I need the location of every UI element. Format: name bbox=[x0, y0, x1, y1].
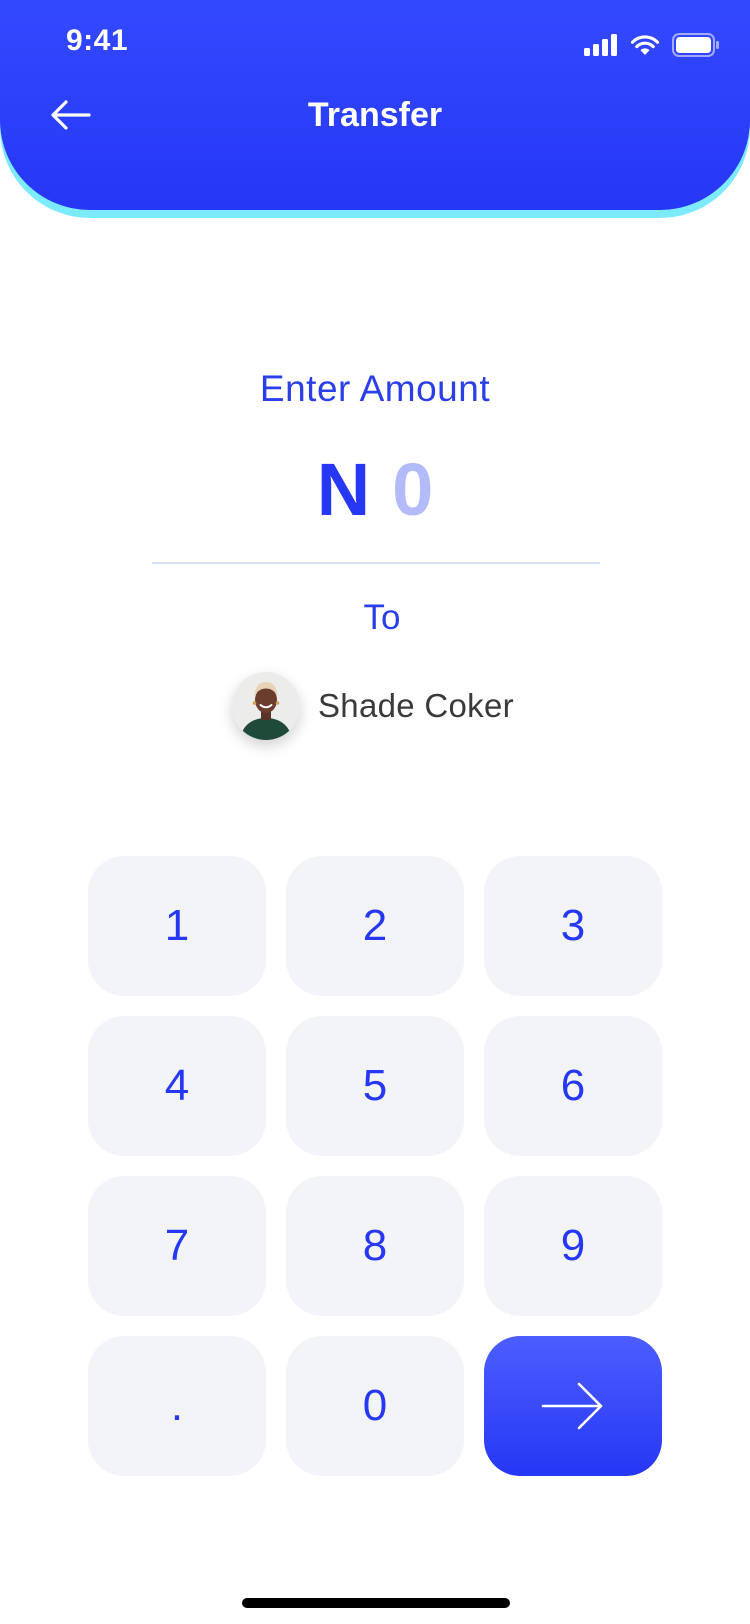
enter-amount-label: Enter Amount bbox=[259, 368, 491, 409]
key-decimal[interactable]: . bbox=[88, 1336, 266, 1476]
home-indicator bbox=[242, 1598, 510, 1608]
arrow-right-icon bbox=[541, 1382, 603, 1430]
status-time: 9:41 bbox=[66, 24, 129, 57]
amount-display[interactable]: N0 bbox=[0, 448, 750, 532]
key-0[interactable]: 0 bbox=[286, 1336, 464, 1476]
key-3[interactable]: 3 bbox=[484, 856, 662, 996]
key-8[interactable]: 8 bbox=[286, 1176, 464, 1316]
key-9[interactable]: 9 bbox=[484, 1176, 662, 1316]
number-keypad: 1 2 3 4 5 6 7 8 9 . 0 bbox=[88, 856, 662, 1476]
key-4[interactable]: 4 bbox=[88, 1016, 266, 1156]
to-label: To bbox=[363, 598, 401, 637]
key-2[interactable]: 2 bbox=[286, 856, 464, 996]
avatar bbox=[232, 672, 300, 740]
currency-symbol: N bbox=[316, 448, 371, 531]
app-header: 9:41 Transfer bbox=[0, 0, 750, 210]
key-6[interactable]: 6 bbox=[484, 1016, 662, 1156]
status-icons bbox=[584, 31, 720, 59]
recipient-name: Shade Coker bbox=[318, 687, 514, 724]
wifi-icon bbox=[630, 35, 660, 55]
signal-icon bbox=[584, 34, 617, 56]
key-7[interactable]: 7 bbox=[88, 1176, 266, 1316]
amount-divider bbox=[152, 562, 600, 564]
recipient-chip[interactable]: Shade Coker bbox=[232, 672, 514, 740]
submit-button[interactable] bbox=[484, 1336, 662, 1476]
key-1[interactable]: 1 bbox=[88, 856, 266, 996]
page-title: Transfer bbox=[307, 96, 443, 134]
battery-icon bbox=[672, 33, 719, 57]
key-5[interactable]: 5 bbox=[286, 1016, 464, 1156]
amount-value: 0 bbox=[392, 448, 434, 531]
